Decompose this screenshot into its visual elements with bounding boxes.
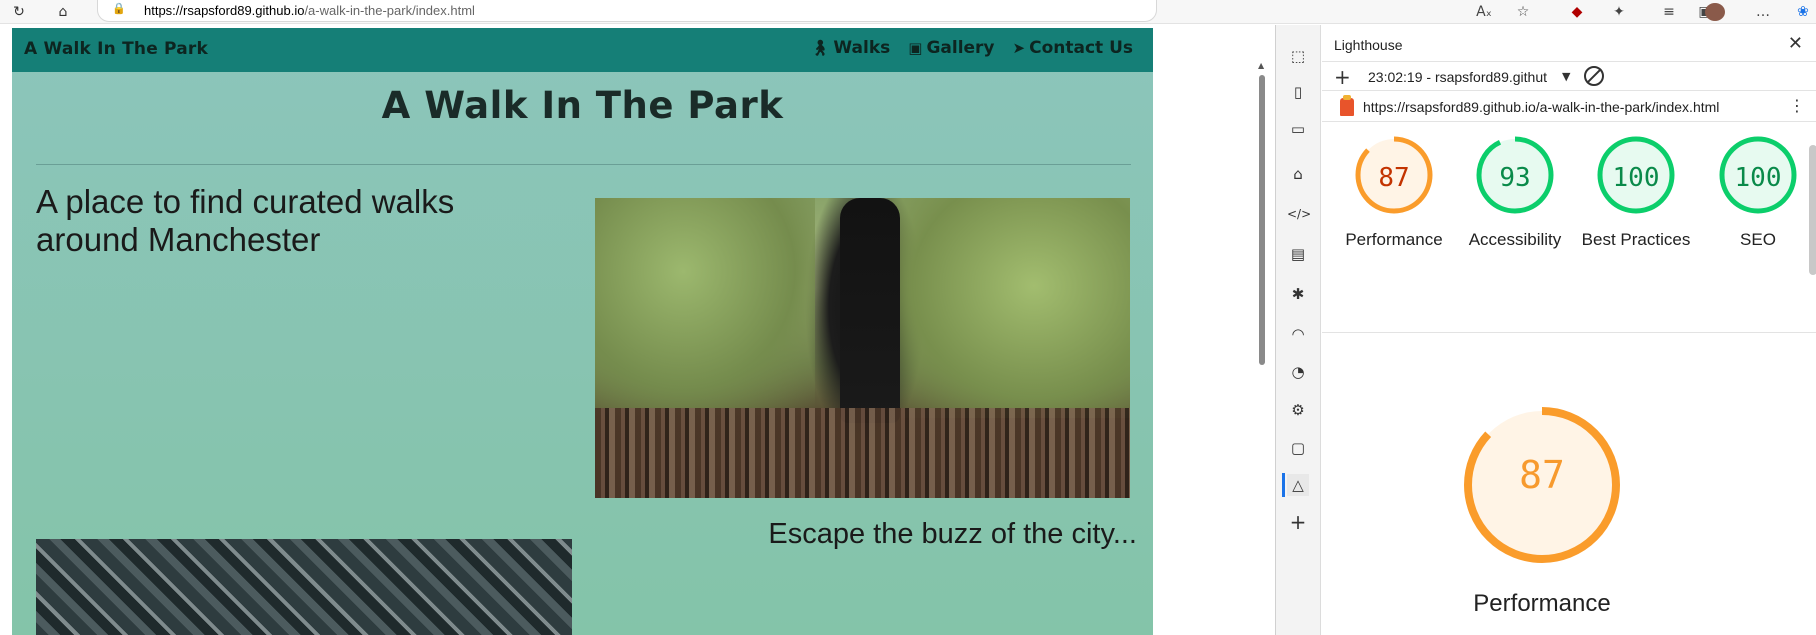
window-icon[interactable]: ▭ xyxy=(1287,118,1309,140)
big-gauge-value: 87 xyxy=(1519,453,1565,497)
browser-toolbar: ↻ ⌂ 🔒 https://rsapsford89.github.io/a-wa… xyxy=(0,0,1816,24)
divider xyxy=(36,164,1131,165)
camera-icon: ▣ xyxy=(908,39,923,57)
bug-icon[interactable]: ✱ xyxy=(1287,283,1309,305)
settings-gear-icon[interactable]: ⚙ xyxy=(1287,399,1309,421)
console-icon[interactable]: ▤ xyxy=(1287,243,1309,265)
lighthouse-panel: Lighthouse ✕ + 23:02:19 - rsapsford89.gi… xyxy=(1322,25,1816,635)
site-body: A Walk In The Park 🚶︎ Walks ▣ Gallery ➤ … xyxy=(12,28,1153,635)
ublock-icon[interactable]: ◆ xyxy=(1566,2,1588,22)
score-gauge-best-practices[interactable]: 100 Best Practices xyxy=(1576,133,1696,252)
performance-big-gauge[interactable]: 87 Performance xyxy=(1462,405,1622,617)
devtools-panel: ⬚ ▯ ▭ ⌂ </> ▤ ✱ ◠ ◔ ⚙ ▢ △ + Lighthouse ✕… xyxy=(1275,25,1816,635)
walker-photo xyxy=(595,198,1130,498)
network-icon[interactable]: ◠ xyxy=(1287,323,1309,345)
paper-plane-icon: ➤ xyxy=(1012,39,1026,57)
page-title: A Walk In The Park xyxy=(381,84,784,127)
big-gauge-label: Performance xyxy=(1473,590,1611,617)
nav-gallery[interactable]: ▣ Gallery xyxy=(908,38,994,58)
gauge-value: 87 xyxy=(1378,163,1410,193)
performance-gauge-icon[interactable]: ◔ xyxy=(1287,361,1309,383)
gauge-value: 100 xyxy=(1734,163,1782,193)
panel-title: Lighthouse xyxy=(1334,37,1403,53)
lighthouse-icon[interactable]: △ xyxy=(1287,474,1309,496)
scroll-up-icon[interactable]: ▲ xyxy=(1258,61,1264,70)
gauge-label: SEO xyxy=(1740,230,1776,249)
scroll-thumb[interactable] xyxy=(1259,75,1265,365)
lock-icon: 🔒 xyxy=(112,2,126,15)
more-menu-icon[interactable]: … xyxy=(1752,2,1774,22)
report-url-bar: https://rsapsford89.github.io/a-walk-in-… xyxy=(1322,92,1816,122)
read-aloud-icon[interactable]: Aₓ xyxy=(1473,2,1495,22)
chevron-down-icon[interactable]: ▼ xyxy=(1562,70,1570,83)
gauge-label: Performance xyxy=(1345,230,1443,249)
address-url: https://rsapsford89.github.io/a-walk-in-… xyxy=(144,3,475,18)
city-photo xyxy=(36,539,572,635)
add-tool-icon[interactable]: + xyxy=(1287,511,1309,533)
lighthouse-logo-icon xyxy=(1340,95,1354,116)
address-bar[interactable]: 🔒 https://rsapsford89.github.io/a-walk-i… xyxy=(97,0,1157,22)
home-icon[interactable]: ⌂ xyxy=(52,2,74,22)
favorites-icon[interactable]: ≡ xyxy=(1658,2,1680,22)
score-gauge-seo[interactable]: 100 SEO xyxy=(1698,133,1816,252)
copilot-icon[interactable]: ❀ xyxy=(1792,2,1814,22)
report-dropdown[interactable]: 23:02:19 - rsapsford89.githut xyxy=(1368,69,1547,85)
nav-walks[interactable]: 🚶︎ Walks xyxy=(810,38,890,58)
score-gauge-accessibility[interactable]: 93 Accessibility xyxy=(1455,133,1575,252)
nav-contact[interactable]: ➤ Contact Us xyxy=(1013,38,1133,58)
score-gauge-performance[interactable]: 87 Performance xyxy=(1334,133,1454,252)
report-url[interactable]: https://rsapsford89.github.io/a-walk-in-… xyxy=(1363,99,1719,115)
devtools-scrollbar[interactable] xyxy=(1809,145,1816,275)
page-viewport: A Walk In The Park 🚶︎ Walks ▣ Gallery ➤ … xyxy=(0,25,1265,635)
reload-icon[interactable]: ↻ xyxy=(8,2,30,22)
lead-text: A place to find curated walks around Man… xyxy=(36,183,455,258)
devtools-activity-bar: ⬚ ▯ ▭ ⌂ </> ▤ ✱ ◠ ◔ ⚙ ▢ △ + xyxy=(1276,25,1321,635)
hiking-icon: 🚶︎ xyxy=(810,39,830,57)
site-nav-links: 🚶︎ Walks ▣ Gallery ➤ Contact Us xyxy=(810,38,1133,58)
page-scrollbar[interactable]: ▲ xyxy=(1258,55,1265,635)
elements-icon[interactable]: </> xyxy=(1287,203,1311,225)
favorite-star-icon[interactable]: ☆ xyxy=(1512,2,1534,22)
gauge-value: 100 xyxy=(1612,163,1660,193)
photo-caption: Escape the buzz of the city... xyxy=(768,518,1137,550)
site-navbar: A Walk In The Park 🚶︎ Walks ▣ Gallery ➤ … xyxy=(12,28,1153,72)
close-icon[interactable]: ✕ xyxy=(1788,33,1803,54)
gauge-label: Best Practices xyxy=(1581,230,1691,249)
report-selector: + 23:02:19 - rsapsford89.githut ▼ xyxy=(1322,61,1816,91)
gauge-value: 93 xyxy=(1499,163,1531,193)
more-vert-icon[interactable]: ⋮ xyxy=(1789,96,1805,115)
device-toolbar-icon[interactable]: ▯ xyxy=(1287,81,1309,103)
gauge-label: Accessibility xyxy=(1468,230,1562,249)
new-report-icon[interactable]: + xyxy=(1334,65,1351,89)
inspect-icon[interactable]: ⬚ xyxy=(1287,45,1309,67)
score-summary: 87 Performance 93 Accessibility 100 Best Prac… xyxy=(1322,133,1816,333)
clear-reports-icon[interactable] xyxy=(1584,66,1604,86)
application-icon[interactable]: ▢ xyxy=(1287,437,1309,459)
extensions-icon[interactable]: ✦ xyxy=(1608,2,1630,22)
welcome-home-icon[interactable]: ⌂ xyxy=(1287,163,1309,185)
site-brand[interactable]: A Walk In The Park xyxy=(24,39,208,59)
profile-avatar[interactable] xyxy=(1705,3,1725,21)
